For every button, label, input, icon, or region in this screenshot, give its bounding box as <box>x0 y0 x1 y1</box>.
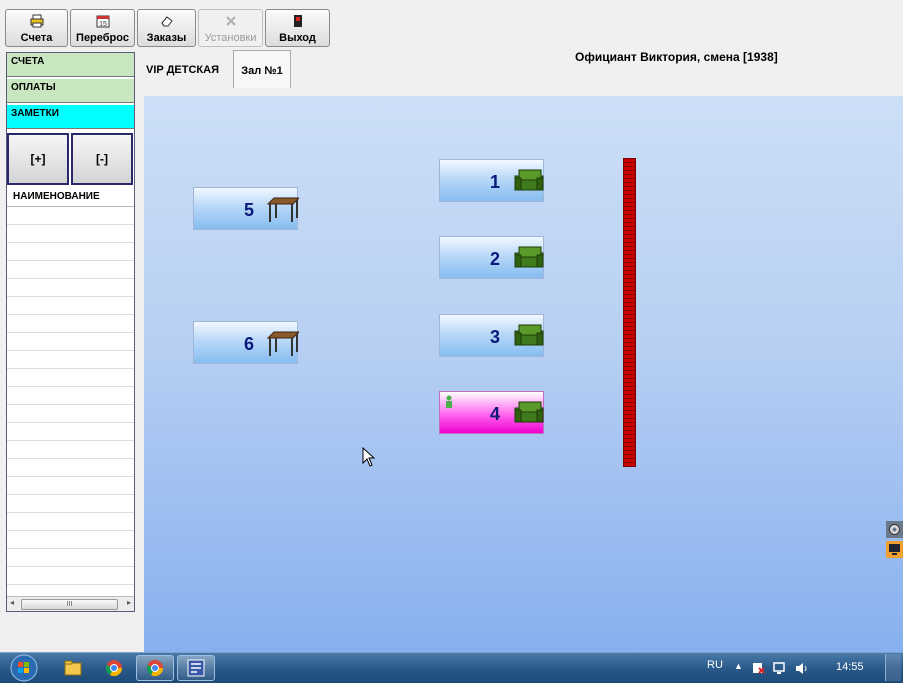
table-number: 5 <box>243 200 254 220</box>
exit-icon <box>266 13 329 29</box>
armchair-icon <box>514 246 544 268</box>
scroll-right-icon[interactable]: ▸ <box>127 598 131 607</box>
list-header-name: НАИМЕНОВАНИЕ <box>7 187 134 207</box>
side-tools <box>886 521 903 558</box>
gear-icon[interactable] <box>886 521 903 538</box>
explorer-icon <box>64 660 82 676</box>
start-button[interactable] <box>4 654 44 682</box>
table-4[interactable]: 4 <box>439 391 544 434</box>
scroll-left-icon[interactable]: ◂ <box>10 598 14 607</box>
taskbar-chrome[interactable] <box>95 655 133 681</box>
calendar-icon: 15 <box>71 13 134 29</box>
language-indicator[interactable]: RU <box>707 659 723 671</box>
table-3[interactable]: 3 <box>439 314 544 357</box>
accounts-button[interactable]: Счета <box>5 9 68 47</box>
items-list[interactable] <box>7 207 134 597</box>
taskbar-pos-app[interactable] <box>177 655 215 681</box>
accounts-button-label: Счета <box>20 32 53 44</box>
table-2[interactable]: 2 <box>439 236 544 279</box>
section-payments[interactable]: ОПЛАТЫ <box>7 79 134 103</box>
action-center-icon[interactable] <box>752 662 765 675</box>
waiter-shift-label: Официант Виктория, смена [1938] <box>575 50 778 64</box>
transfer-button-label: Переброс <box>76 32 129 44</box>
tools-icon <box>199 13 262 29</box>
exit-button-label: Выход <box>279 32 316 44</box>
taskbar-chrome-open[interactable] <box>136 655 174 681</box>
network-icon[interactable] <box>773 662 787 675</box>
table-6[interactable]: 6 <box>193 321 299 364</box>
scroll-thumb[interactable]: III <box>21 599 118 610</box>
monitor-icon[interactable] <box>886 541 903 558</box>
settings-button-label: Установки <box>204 32 257 44</box>
pos-app-icon <box>187 659 205 677</box>
section-notes[interactable]: ЗАМЕТКИ <box>7 105 134 129</box>
taskbar-explorer[interactable] <box>54 655 92 681</box>
table-icon <box>266 197 299 222</box>
svg-text:15: 15 <box>99 21 107 28</box>
exit-button[interactable]: Выход <box>265 9 330 47</box>
armchair-icon <box>514 324 544 346</box>
start-orb-icon <box>10 654 38 682</box>
show-desktop-button[interactable] <box>885 654 901 681</box>
pos-app-window: Счета 15 Переброс Заказы Установки Выход… <box>0 0 903 652</box>
table-number: 2 <box>489 249 500 269</box>
remove-item-button[interactable]: [-] <box>71 133 133 185</box>
chrome-icon <box>105 660 123 677</box>
section-accounts[interactable]: СЧЕТА <box>7 53 134 77</box>
transfer-button[interactable]: 15 Переброс <box>70 9 135 47</box>
tab-vip-kids[interactable]: VIP ДЕТСКАЯ <box>146 64 219 76</box>
table-number: 1 <box>489 172 500 192</box>
settings-button[interactable]: Установки <box>198 9 263 47</box>
table-1[interactable]: 1 <box>439 159 544 202</box>
table-number: 6 <box>243 334 254 354</box>
bar-counter <box>623 158 636 467</box>
armchair-icon <box>514 401 544 423</box>
chrome-icon <box>146 660 164 677</box>
orders-button[interactable]: Заказы <box>137 9 196 47</box>
orders-button-label: Заказы <box>146 32 187 44</box>
armchair-icon <box>514 169 544 191</box>
horizontal-scrollbar[interactable]: ◂ III ▸ <box>7 596 134 611</box>
mouse-cursor-icon <box>362 447 376 467</box>
taskbar: RU ▲ 14:55 <box>0 652 903 683</box>
table-number: 3 <box>489 327 500 347</box>
add-item-button[interactable]: [+] <box>7 133 69 185</box>
table-icon <box>266 331 299 356</box>
table-number: 4 <box>489 404 500 424</box>
left-panel: СЧЕТА ОПЛАТЫ ЗАМЕТКИ [+] [-] НАИМЕНОВАНИ… <box>6 52 135 612</box>
table-5[interactable]: 5 <box>193 187 299 230</box>
volume-icon[interactable] <box>795 662 809 675</box>
eraser-icon <box>138 13 195 29</box>
tray-expand-icon[interactable]: ▲ <box>734 661 743 671</box>
clock[interactable]: 14:55 <box>836 661 864 673</box>
printer-icon <box>6 13 67 29</box>
tab-hall-1[interactable]: Зал №1 <box>233 50 291 88</box>
